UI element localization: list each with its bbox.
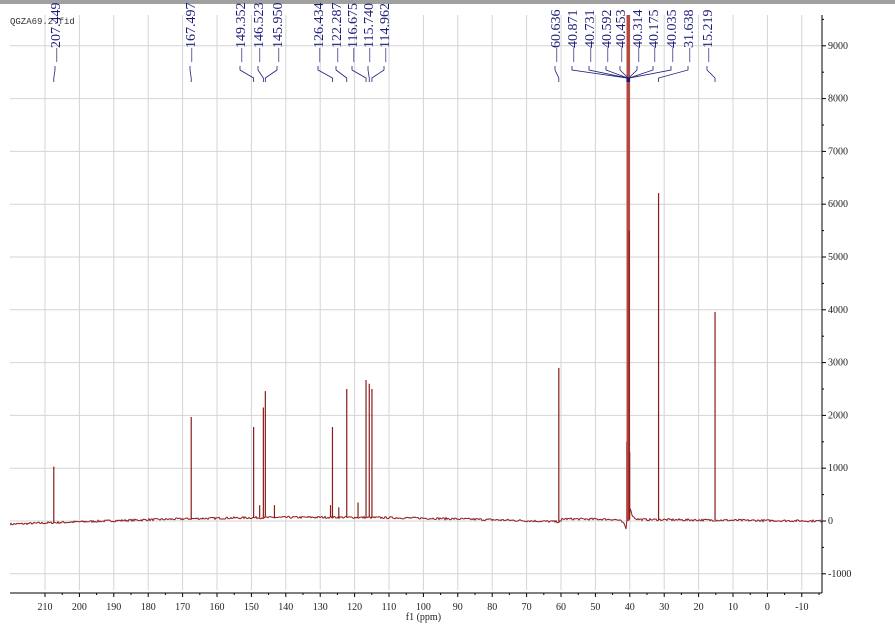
x-tick-label: 80 (487, 602, 497, 613)
x-tick-label: 170 (175, 602, 190, 613)
y-tick-label: 8000 (828, 94, 848, 105)
peak-label: —40.035 (665, 10, 680, 64)
peak-label: —15.219 (701, 10, 716, 64)
peak-label: —126.434 (312, 3, 327, 64)
peak-label-connector (571, 66, 628, 82)
peak-label: —40.592 (600, 10, 615, 64)
peak-label: —40.731 (583, 10, 598, 64)
peak-label-connector (371, 66, 385, 82)
x-tick-label: 70 (522, 602, 532, 613)
x-tick-label: 210 (38, 602, 53, 613)
peak-label: —167.497 (184, 3, 199, 64)
peak-label-connector (658, 66, 689, 82)
y-tick-label: 2000 (828, 410, 848, 421)
peak-label-connector (706, 66, 716, 82)
y-tick-label: 4000 (828, 305, 848, 316)
y-tick-label: 6000 (828, 199, 848, 210)
x-tick-label: 130 (313, 602, 328, 613)
x-tick-label: 140 (278, 602, 293, 613)
y-tick-label: 0 (828, 516, 833, 527)
y-tick-label: 7000 (828, 146, 848, 157)
peak-label: —40.314 (631, 10, 646, 64)
peak-label: —116.675 (346, 3, 361, 63)
nmr-spectrum-chart: QGZA69.2.fid210 200 190 180 170 160 150 140 130 1… (10, 3, 851, 623)
peak-label: —146.523 (252, 3, 267, 64)
peak-label: —122.287 (330, 3, 345, 64)
peak-label-connector (257, 66, 264, 82)
y-tick-label: -1000 (828, 569, 851, 580)
peak-label: —207.449 (49, 3, 64, 64)
y-tick-label: 3000 (828, 358, 848, 369)
peak-label: —40.453 (614, 10, 629, 64)
peak-label-connector (53, 66, 56, 82)
chart-title: QGZA69.2.fid (10, 17, 75, 27)
peak-label: —145.950 (271, 3, 286, 64)
y-tick-label: 5000 (828, 252, 848, 263)
peak-label-connector (264, 66, 278, 82)
x-tick-label: 200 (72, 602, 87, 613)
peak-label: —114.962 (378, 3, 393, 63)
x-tick-label: -10 (795, 602, 808, 613)
x-tick-label: 110 (382, 602, 397, 613)
peak-label-connector (629, 66, 672, 82)
peak-label-connector (335, 66, 348, 82)
x-tick-label: 20 (694, 602, 704, 613)
spectrum-group (10, 15, 822, 530)
peak-label: —60.636 (549, 10, 564, 64)
x-tick-label: 30 (659, 602, 669, 613)
x-tick-label: 160 (210, 602, 225, 613)
spectrum-baseline (10, 508, 822, 530)
x-axis-label: f1 (ppm) (406, 612, 441, 623)
peak-label: —115.740 (362, 3, 377, 63)
peak-label-connector (189, 66, 192, 82)
x-tick-label: 180 (141, 602, 156, 613)
peak-label-connector (367, 66, 370, 82)
x-tick-label: 150 (244, 602, 259, 613)
x-tick-label: 40 (625, 602, 635, 613)
x-tick-label: 60 (556, 602, 566, 613)
x-tick-label: 0 (765, 602, 770, 613)
peak-label: —40.175 (647, 10, 662, 64)
peak-label: —40.871 (566, 10, 581, 64)
peak-label: —149.352 (234, 3, 249, 64)
y-tick-label: 9000 (828, 41, 848, 52)
x-tick-label: 120 (347, 602, 362, 613)
x-tick-label: 10 (728, 602, 738, 613)
peak-label-connector (588, 66, 628, 82)
x-tick-label: 190 (106, 602, 121, 613)
peak-label-connector (554, 66, 560, 82)
peak-label: —31.638 (682, 10, 697, 64)
x-tick-label: 50 (590, 602, 600, 613)
y-tick-label: 1000 (828, 463, 848, 474)
x-tick-label: 90 (453, 602, 463, 613)
